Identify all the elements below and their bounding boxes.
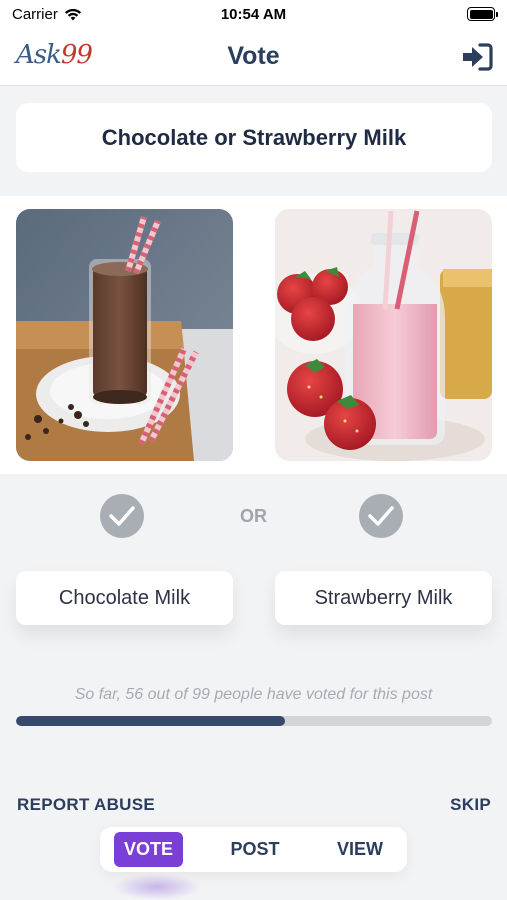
tab-view[interactable]: VIEW xyxy=(327,832,393,867)
vote-chocolate-milk-button[interactable]: Chocolate Milk xyxy=(16,571,233,625)
vote-progress-bar xyxy=(16,716,492,726)
question-card: Chocolate or Strawberry Milk xyxy=(16,103,492,172)
clock: 10:54 AM xyxy=(220,6,287,23)
chocolate-milk-photo[interactable] xyxy=(16,209,233,461)
skip-button[interactable]: SKIP xyxy=(450,795,491,815)
active-tab-glow xyxy=(112,874,202,900)
vote-strawberry-milk-button[interactable]: Strawberry Milk xyxy=(275,571,492,625)
question-title: Chocolate or Strawberry Milk xyxy=(101,124,407,150)
report-abuse-button[interactable]: REPORT ABUSE xyxy=(17,795,155,815)
bottom-tab-bar: VOTE POST VIEW xyxy=(100,827,407,872)
tab-post[interactable]: POST xyxy=(220,832,289,867)
logout-icon[interactable] xyxy=(461,42,493,72)
options-images xyxy=(0,196,507,474)
battery-icon xyxy=(467,7,498,21)
vote-progress-fill xyxy=(16,716,286,726)
select-strawberry-check[interactable] xyxy=(359,494,403,538)
nav-bar: Ask99 Vote xyxy=(0,30,507,86)
tab-vote[interactable]: VOTE xyxy=(114,832,184,867)
status-bar: Carrier 10:54 AM xyxy=(0,0,507,30)
or-separator: OR xyxy=(240,506,267,526)
vote-count-text: So far, 56 out of 99 people have voted f… xyxy=(74,686,433,703)
checkmark-icon xyxy=(368,506,394,526)
page-title: Vote xyxy=(227,42,280,70)
strawberry-milk-photo[interactable] xyxy=(275,209,492,461)
